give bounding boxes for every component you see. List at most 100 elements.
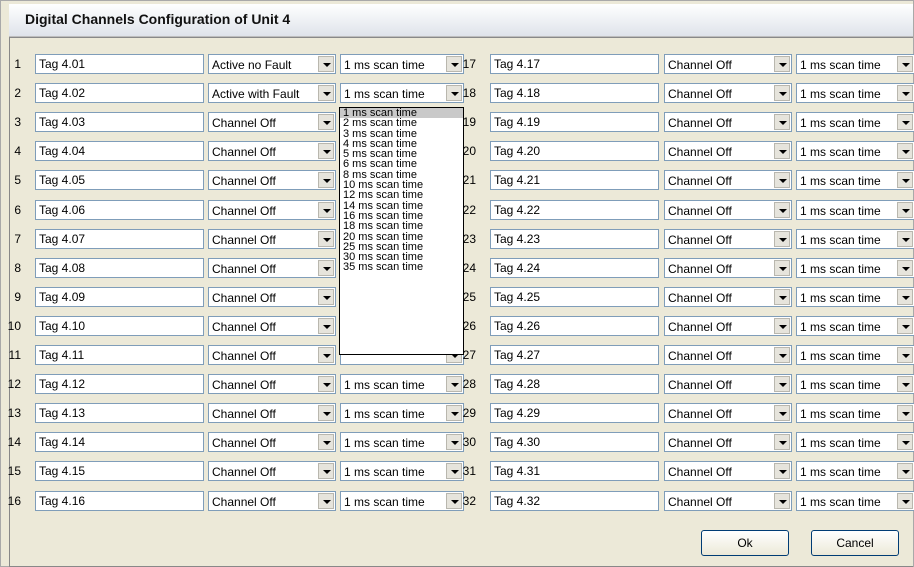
scan-time-select[interactable]: 1 ms scan time [340, 461, 464, 481]
chevron-down-icon[interactable] [774, 463, 790, 479]
channel-mode-select[interactable]: Channel Off [664, 83, 792, 103]
chevron-down-icon[interactable] [318, 289, 334, 305]
channel-tag-input[interactable]: Tag 4.27 [490, 345, 659, 365]
scan-time-select[interactable]: 1 ms scan time [796, 403, 914, 423]
scan-time-select[interactable]: 1 ms scan time [796, 170, 914, 190]
scan-time-select[interactable]: 1 ms scan time [796, 491, 914, 511]
scan-time-select[interactable]: 1 ms scan time [340, 491, 464, 511]
scan-time-select[interactable]: 1 ms scan time [796, 258, 914, 278]
scan-time-select[interactable]: 1 ms scan time [340, 403, 464, 423]
chevron-down-icon[interactable] [774, 56, 790, 72]
channel-mode-select[interactable]: Channel Off [208, 345, 336, 365]
chevron-down-icon[interactable] [897, 289, 913, 305]
channel-tag-input[interactable]: Tag 4.26 [490, 316, 659, 336]
scan-time-select[interactable]: 1 ms scan time [796, 345, 914, 365]
channel-mode-select[interactable]: Channel Off [208, 229, 336, 249]
chevron-down-icon[interactable] [318, 231, 334, 247]
channel-tag-input[interactable]: Tag 4.14 [35, 432, 204, 452]
channel-tag-input[interactable]: Tag 4.17 [490, 54, 659, 74]
chevron-down-icon[interactable] [897, 318, 913, 334]
channel-mode-select[interactable]: Channel Off [664, 403, 792, 423]
scan-time-dropdown-list[interactable]: 1 ms scan time 2 ms scan time 3 ms scan ti… [339, 107, 464, 355]
chevron-down-icon[interactable] [318, 85, 334, 101]
chevron-down-icon[interactable] [318, 202, 334, 218]
channel-tag-input[interactable]: Tag 4.22 [490, 200, 659, 220]
channel-tag-input[interactable]: Tag 4.23 [490, 229, 659, 249]
channel-mode-select[interactable]: Channel Off [208, 287, 336, 307]
channel-tag-input[interactable]: Tag 4.29 [490, 403, 659, 423]
channel-mode-select[interactable]: Channel Off [664, 258, 792, 278]
scan-time-select[interactable]: 1 ms scan time [796, 316, 914, 336]
chevron-down-icon[interactable] [318, 260, 334, 276]
scan-time-select[interactable]: 1 ms scan time [340, 54, 464, 74]
scan-time-select[interactable]: 1 ms scan time [796, 141, 914, 161]
chevron-down-icon[interactable] [774, 143, 790, 159]
chevron-down-icon[interactable] [897, 347, 913, 363]
scan-time-select[interactable]: 1 ms scan time [796, 83, 914, 103]
chevron-down-icon[interactable] [318, 143, 334, 159]
chevron-down-icon[interactable] [897, 56, 913, 72]
chevron-down-icon[interactable] [318, 376, 334, 392]
chevron-down-icon[interactable] [897, 434, 913, 450]
chevron-down-icon[interactable] [318, 172, 334, 188]
chevron-down-icon[interactable] [774, 405, 790, 421]
channel-tag-input[interactable]: Tag 4.24 [490, 258, 659, 278]
scan-time-select[interactable]: 1 ms scan time [340, 432, 464, 452]
chevron-down-icon[interactable] [774, 318, 790, 334]
channel-mode-select[interactable]: Channel Off [664, 141, 792, 161]
channel-mode-select[interactable]: Channel Off [664, 170, 792, 190]
scan-time-select[interactable]: 1 ms scan time [340, 374, 464, 394]
scan-time-select[interactable]: 1 ms scan time [796, 200, 914, 220]
channel-mode-select[interactable]: Channel Off [208, 491, 336, 511]
scan-time-select[interactable]: 1 ms scan time [796, 374, 914, 394]
chevron-down-icon[interactable] [318, 114, 334, 130]
scan-time-select[interactable]: 1 ms scan time [796, 432, 914, 452]
channel-tag-input[interactable]: Tag 4.21 [490, 170, 659, 190]
channel-tag-input[interactable]: Tag 4.09 [35, 287, 204, 307]
chevron-down-icon[interactable] [774, 434, 790, 450]
chevron-down-icon[interactable] [318, 493, 334, 509]
channel-mode-select[interactable]: Channel Off [664, 345, 792, 365]
chevron-down-icon[interactable] [774, 202, 790, 218]
scan-time-select[interactable]: 1 ms scan time [796, 287, 914, 307]
chevron-down-icon[interactable] [774, 289, 790, 305]
channel-mode-select[interactable]: Channel Off [664, 461, 792, 481]
scan-time-select[interactable]: 1 ms scan time [340, 83, 464, 103]
scan-time-select[interactable]: 1 ms scan time [796, 229, 914, 249]
chevron-down-icon[interactable] [318, 347, 334, 363]
chevron-down-icon[interactable] [897, 114, 913, 130]
channel-mode-select[interactable]: Channel Off [664, 112, 792, 132]
channel-tag-input[interactable]: Tag 4.01 [35, 54, 204, 74]
chevron-down-icon[interactable] [897, 85, 913, 101]
channel-mode-select[interactable]: Channel Off [664, 287, 792, 307]
channel-mode-select[interactable]: Channel Off [664, 200, 792, 220]
channel-tag-input[interactable]: Tag 4.19 [490, 112, 659, 132]
chevron-down-icon[interactable] [318, 56, 334, 72]
ok-button[interactable]: Ok [701, 530, 789, 556]
channel-mode-select[interactable]: Channel Off [208, 258, 336, 278]
channel-mode-select[interactable]: Channel Off [208, 316, 336, 336]
channel-mode-select[interactable]: Channel Off [664, 432, 792, 452]
channel-mode-select[interactable]: Channel Off [664, 316, 792, 336]
channel-tag-input[interactable]: Tag 4.11 [35, 345, 204, 365]
chevron-down-icon[interactable] [897, 493, 913, 509]
channel-tag-input[interactable]: Tag 4.15 [35, 461, 204, 481]
chevron-down-icon[interactable] [897, 202, 913, 218]
channel-tag-input[interactable]: Tag 4.06 [35, 200, 204, 220]
channel-mode-select[interactable]: Channel Off [208, 141, 336, 161]
channel-mode-select[interactable]: Channel Off [664, 491, 792, 511]
chevron-down-icon[interactable] [318, 463, 334, 479]
channel-mode-select[interactable]: Channel Off [664, 54, 792, 74]
channel-tag-input[interactable]: Tag 4.08 [35, 258, 204, 278]
channel-tag-input[interactable]: Tag 4.32 [490, 491, 659, 511]
channel-mode-select[interactable]: Channel Off [208, 112, 336, 132]
channel-mode-select[interactable]: Active with Fault [208, 83, 336, 103]
scan-time-select[interactable]: 1 ms scan time [796, 461, 914, 481]
channel-tag-input[interactable]: Tag 4.04 [35, 141, 204, 161]
channel-mode-select[interactable]: Channel Off [208, 374, 336, 394]
channel-tag-input[interactable]: Tag 4.31 [490, 461, 659, 481]
chevron-down-icon[interactable] [774, 114, 790, 130]
channel-tag-input[interactable]: Tag 4.03 [35, 112, 204, 132]
channel-tag-input[interactable]: Tag 4.07 [35, 229, 204, 249]
chevron-down-icon[interactable] [774, 260, 790, 276]
